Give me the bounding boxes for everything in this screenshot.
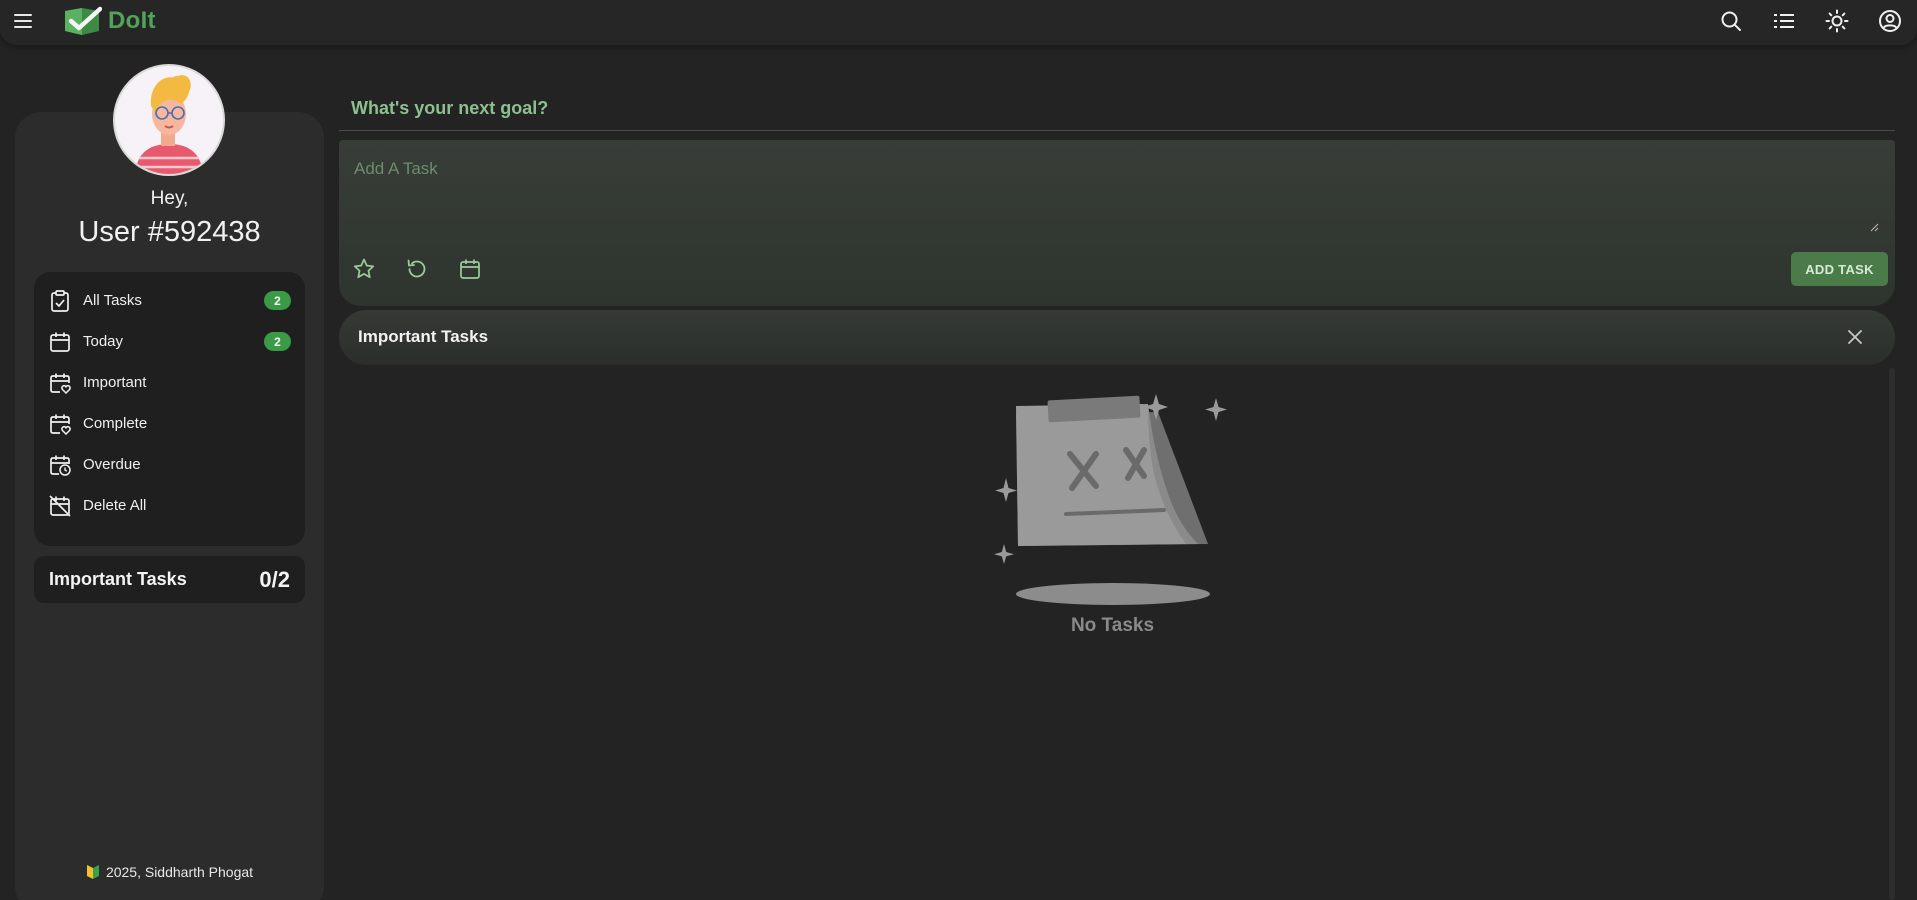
task-input[interactable]: Add A Task: [354, 159, 438, 179]
beginner-leaf-icon: [86, 865, 99, 879]
important-tasks-label: Important Tasks: [49, 569, 187, 589]
footer-text: 2025, Siddharth Phogat: [105, 864, 254, 880]
add-task-button[interactable]: ADD TASK: [1791, 252, 1888, 286]
sun-icon: [1825, 9, 1848, 32]
sidebar-item-label: Today: [83, 333, 124, 350]
calendar-icon: [460, 259, 480, 279]
star-icon: [353, 258, 375, 279]
close-icon: [1848, 330, 1862, 344]
account-button[interactable]: [1874, 5, 1905, 36]
sidebar-item-label: Overdue: [83, 456, 141, 473]
calendar-heart-icon: [49, 372, 71, 394]
mark-important-button[interactable]: [351, 256, 377, 282]
sidebar-item-important[interactable]: Important: [34, 362, 305, 403]
sidebar-item-all-tasks[interactable]: All Tasks 2: [34, 280, 305, 321]
search-icon: [1721, 11, 1741, 31]
sidebar-item-today[interactable]: Today 2: [34, 321, 305, 362]
close-button[interactable]: [1843, 325, 1867, 349]
calendar-icon: [49, 331, 71, 353]
greeting-text: Hey,: [150, 188, 189, 209]
section-header: Important Tasks: [339, 310, 1895, 365]
section-title: Important Tasks: [358, 327, 489, 346]
repeat-icon: [407, 259, 426, 278]
app-name: DoIt: [108, 7, 156, 34]
important-tasks-card: Important Tasks 0/2: [34, 556, 305, 603]
sidebar-item-label: Important: [83, 374, 147, 391]
empty-state-illustration: [994, 394, 1227, 605]
page-title: What's your next goal?: [351, 98, 549, 118]
resize-grip-icon[interactable]: [1869, 222, 1879, 232]
sidebar-item-delete-all[interactable]: Delete All: [34, 485, 305, 526]
count-badge: 2: [264, 291, 291, 310]
list-view-icon: [1773, 13, 1794, 28]
list-view-button[interactable]: [1768, 5, 1799, 36]
important-tasks-count: 0/2: [259, 566, 290, 592]
add-task-panel: Add A Task ADD TASK: [339, 140, 1895, 306]
calendar-clock-icon: [49, 454, 71, 476]
divider: [339, 130, 1895, 131]
sidebar-item-label: All Tasks: [83, 292, 142, 309]
check-logo-icon: [65, 6, 102, 35]
menu-icon: [14, 14, 32, 28]
sidebar-nav: All Tasks 2 Today 2 Important Complete O…: [34, 272, 305, 546]
calendar-delete-icon: [49, 494, 71, 517]
sidebar-item-label: Delete All: [83, 497, 147, 514]
account-icon: [1878, 9, 1901, 32]
footer: 2025, Siddharth Phogat: [15, 864, 324, 880]
scrollbar[interactable]: [1889, 368, 1895, 900]
repeat-button[interactable]: [404, 256, 430, 282]
app-logo[interactable]: DoIt: [62, 4, 156, 38]
theme-toggle-button[interactable]: [1821, 5, 1852, 36]
empty-state-text: No Tasks: [1070, 615, 1155, 636]
menu-button[interactable]: [10, 8, 36, 34]
sidebar-item-label: Complete: [83, 415, 148, 432]
username: User #592438: [78, 216, 261, 248]
count-badge: 2: [264, 332, 291, 351]
sidebar-item-complete[interactable]: Complete: [34, 403, 305, 444]
top-bar: DoIt: [0, 0, 1917, 45]
search-button[interactable]: [1715, 5, 1746, 36]
avatar[interactable]: [113, 64, 225, 176]
clipboard-check-icon: [49, 289, 71, 312]
calendar-heart-icon: [49, 413, 71, 435]
sidebar-item-overdue[interactable]: Overdue: [34, 444, 305, 485]
set-date-button[interactable]: [457, 256, 483, 282]
